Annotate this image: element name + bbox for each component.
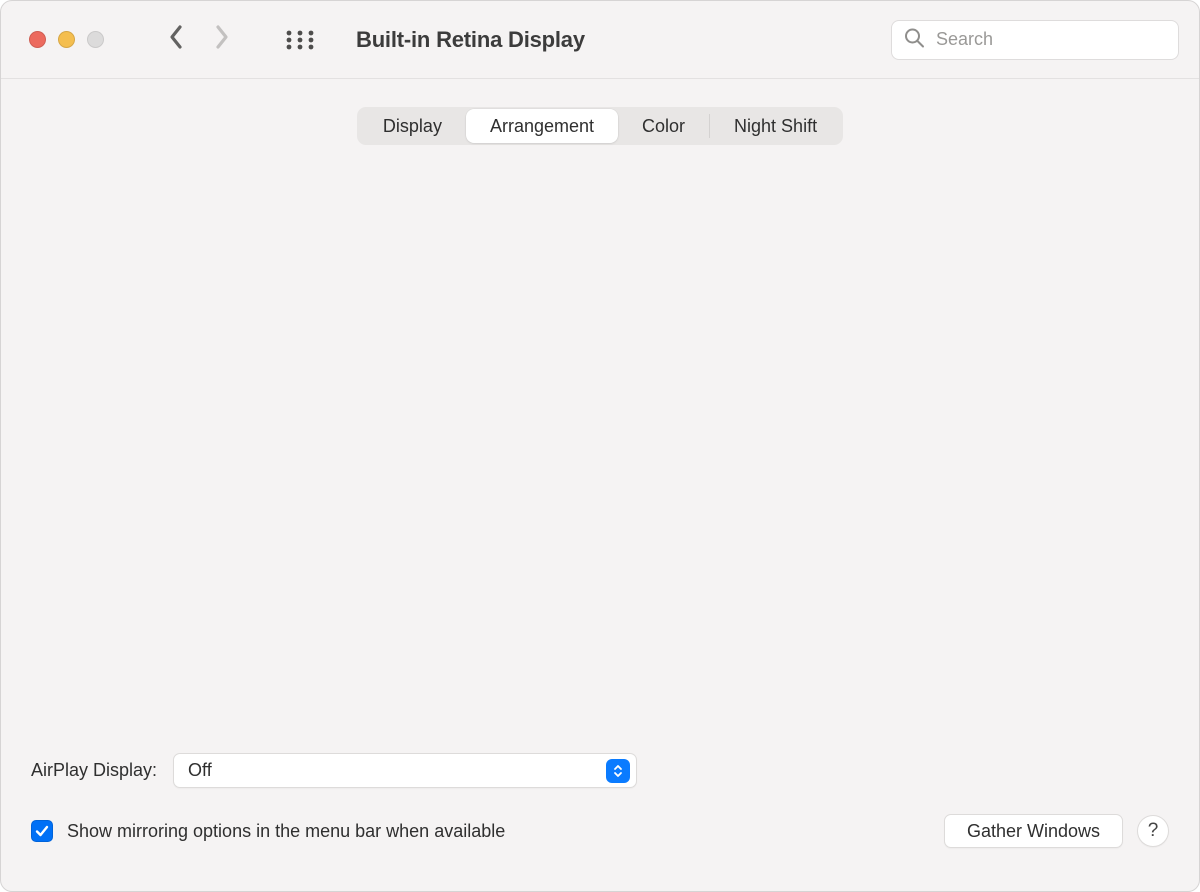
help-button[interactable]: ? [1137,815,1169,847]
close-button[interactable] [29,31,46,48]
mirror-displays-label: Mirror Displays [124,675,244,696]
airplay-value: Off [188,760,212,781]
search-input[interactable] [891,20,1179,60]
search-wrap [891,20,1179,60]
tab-color[interactable]: Color [618,109,709,143]
mirror-row: Mirror Displays [32,656,1168,726]
updown-chevron-icon [606,759,630,783]
zoom-button[interactable] [87,31,104,48]
preferences-window: Built-in Retina Display Display Arrangem… [0,0,1200,892]
tab-label: Color [642,116,685,137]
tab-display[interactable]: Display [359,109,466,143]
tab-label: Arrangement [490,116,594,137]
airplay-row: AirPlay Display: Off [31,753,1169,788]
gather-windows-button[interactable]: Gather Windows [944,814,1123,848]
instruction-line: To rearrange the displays, drag them to … [88,190,1112,216]
tab-bar: Display Arrangement Color Night Shift [357,107,843,145]
help-label: ? [1148,820,1159,842]
instructions: To rearrange the displays, drag them to … [32,166,1168,256]
tabs-row: Display Arrangement Color Night Shift [1,107,1199,145]
tab-label: Display [383,116,442,137]
menu-bar-indicator[interactable] [395,377,535,389]
footer-row: Show mirroring options in the menu bar w… [31,814,1169,848]
mirror-displays-checkbox[interactable] [88,674,110,696]
tab-night-shift[interactable]: Night Shift [710,109,841,143]
arrangement-area[interactable] [88,256,1112,656]
show-mirroring-label: Show mirroring options in the menu bar w… [67,821,505,842]
content-panel: To rearrange the displays, drag them to … [31,125,1169,727]
forward-button[interactable] [214,23,230,56]
traffic-lights [29,31,104,48]
airplay-label: AirPlay Display: [31,760,157,781]
minimize-button[interactable] [58,31,75,48]
back-button[interactable] [168,23,184,56]
window-title: Built-in Retina Display [356,27,585,53]
show-all-button[interactable] [286,30,314,50]
nav-arrows [168,23,230,56]
airplay-popup[interactable]: Off [173,753,637,788]
tab-arrangement[interactable]: Arrangement [466,109,618,143]
tab-label: Night Shift [734,116,817,137]
display-1[interactable] [395,389,535,465]
button-label: Gather Windows [967,821,1100,842]
instruction-line: To relocate the menu bar, drag it to a d… [88,216,1112,242]
show-mirroring-checkbox[interactable] [31,820,53,842]
titlebar: Built-in Retina Display [1,1,1199,79]
display-2[interactable] [533,377,813,535]
